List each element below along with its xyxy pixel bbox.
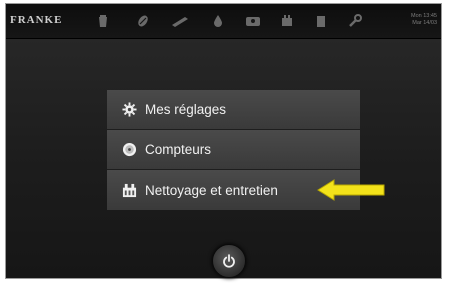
time-line-1: Mon 13:45: [411, 13, 437, 19]
arrow-icon: [317, 179, 385, 201]
counter-icon: [121, 142, 137, 158]
time-line-2: Mar 14/03: [412, 20, 437, 26]
menu-item-label: Compteurs: [145, 142, 212, 157]
bean-icon[interactable]: [134, 12, 152, 30]
cleaning-icon[interactable]: [278, 12, 296, 30]
brand-logo: FRANKE: [10, 14, 63, 26]
gear-icon: [121, 102, 137, 118]
status-bar: FRANKE Mon 13:45 Mar 14/03: [6, 4, 441, 39]
clock-display: Mon 13:45 Mar 14/03: [411, 13, 437, 27]
power-button[interactable]: [212, 244, 246, 278]
power-icon: [223, 254, 235, 268]
display-screen: FRANKE Mon 13:45 Mar 14/03 Mes réglages …: [5, 3, 442, 279]
milk-icon[interactable]: [244, 12, 262, 30]
cup-icon[interactable]: [94, 12, 112, 30]
cleaning-icon: [121, 182, 137, 198]
blade-icon[interactable]: [171, 12, 189, 30]
water-drop-icon[interactable]: [209, 12, 227, 30]
container-icon[interactable]: [312, 12, 330, 30]
menu-item-mes-reglages[interactable]: Mes réglages: [107, 90, 360, 130]
menu-item-label: Nettoyage et entretien: [145, 182, 278, 198]
wrench-icon[interactable]: [346, 12, 364, 30]
menu-item-label: Mes réglages: [145, 102, 227, 117]
menu-item-compteurs[interactable]: Compteurs: [107, 130, 360, 170]
